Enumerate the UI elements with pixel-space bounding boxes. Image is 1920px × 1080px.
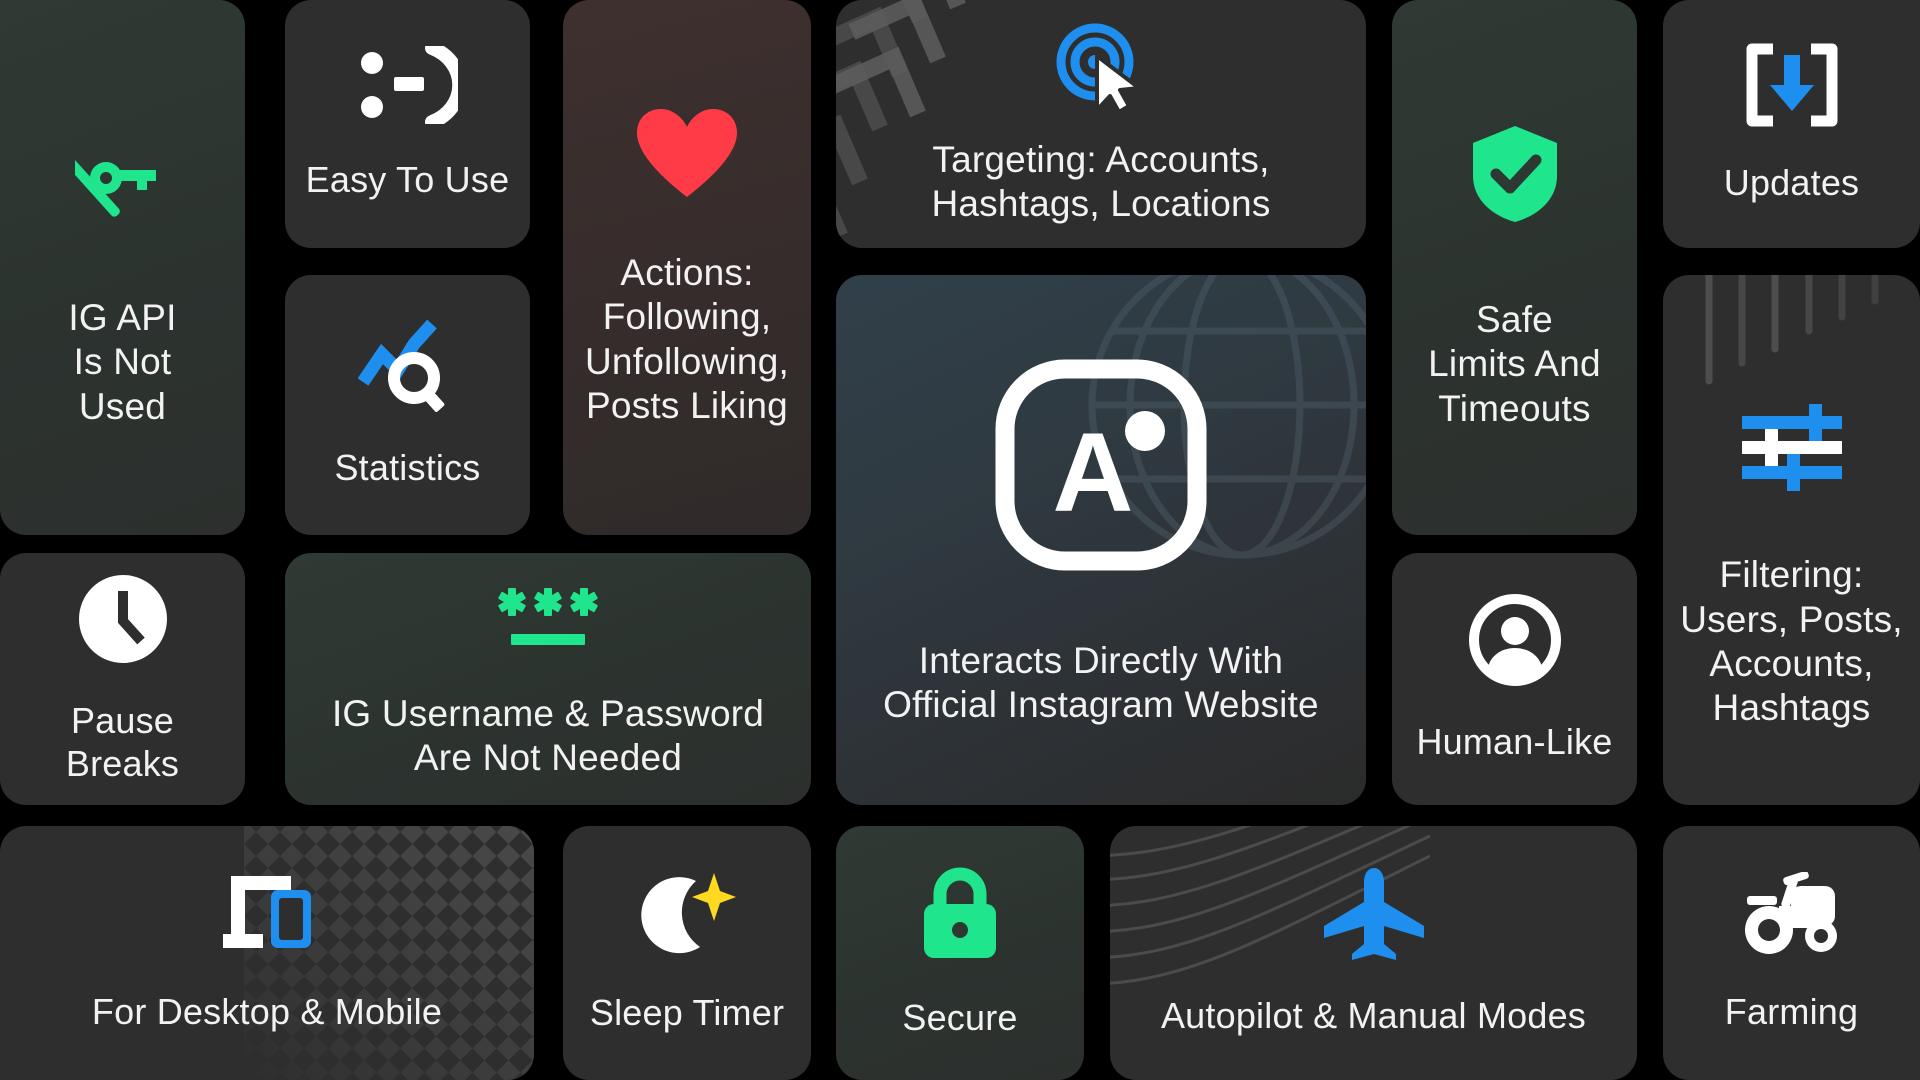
tile-label: Actions: Following, Unfollowing, Posts L… (585, 251, 789, 426)
tile-label: Farming (1724, 991, 1859, 1033)
tile-safe-limits[interactable]: Safe Limits And Timeouts (1392, 0, 1637, 535)
key-off-icon (57, 126, 171, 222)
feature-tile-board: IG API Is Not Used Easy To Use Statistic… (0, 0, 1920, 1080)
tile-label: IG API Is Not Used (68, 296, 177, 427)
tile-ig-api-not-used[interactable]: IG API Is Not Used (0, 0, 245, 535)
target-cursor-icon (1053, 22, 1149, 114)
tile-label: Autopilot & Manual Modes (1160, 995, 1587, 1037)
heart-icon (635, 107, 739, 199)
smiley-face-icon (358, 41, 466, 130)
airplane-icon (1322, 868, 1426, 961)
tile-label: Easy To Use (305, 159, 510, 201)
tile-label: Sleep Timer (589, 992, 785, 1034)
tile-label: Interacts Directly With Official Instagr… (883, 639, 1319, 725)
sliders-icon (1740, 403, 1844, 492)
lock-icon (918, 866, 1002, 962)
tile-easy-to-use[interactable]: Easy To Use (285, 0, 530, 248)
tile-label: Secure (902, 997, 1018, 1039)
tile-autopilot-manual[interactable]: Autopilot & Manual Modes (1110, 826, 1637, 1080)
password-asterisks-icon (493, 578, 603, 652)
app-logo-icon: A (989, 353, 1213, 577)
tile-credentials-not-needed[interactable]: IG Username & Password Are Not Needed (285, 553, 811, 805)
person-circle-icon (1468, 594, 1561, 687)
tile-label: Statistics (334, 447, 481, 489)
tile-label: Human-Like (1416, 721, 1613, 763)
desktop-mobile-icon (217, 872, 317, 956)
chart-search-icon (357, 320, 458, 413)
tile-farming[interactable]: Farming (1663, 826, 1920, 1080)
tile-sleep-timer[interactable]: Sleep Timer (563, 826, 811, 1080)
tile-human-like[interactable]: Human-Like (1392, 553, 1637, 805)
download-box-icon (1744, 40, 1840, 132)
tile-label: Updates (1723, 162, 1860, 204)
tile-actions[interactable]: Actions: Following, Unfollowing, Posts L… (563, 0, 811, 535)
tile-label: For Desktop & Mobile (91, 991, 443, 1033)
tractor-icon (1739, 871, 1845, 956)
shield-check-icon (1469, 124, 1561, 224)
tile-label: Filtering: Users, Posts, Accounts, Hasht… (1680, 554, 1903, 729)
moon-sparkle-icon (638, 871, 736, 957)
tile-pause-breaks[interactable]: Pause Breaks (0, 553, 245, 805)
tile-desktop-mobile[interactable]: For Desktop & Mobile (0, 826, 534, 1080)
tile-statistics[interactable]: Statistics (285, 275, 530, 535)
clock-icon (77, 573, 169, 665)
app-logo-letter: A (1053, 410, 1134, 535)
tile-updates[interactable]: Updates (1663, 0, 1920, 248)
tile-label: Targeting: Accounts, Hashtags, Locations (931, 138, 1271, 224)
tile-label: Pause Breaks (65, 699, 180, 784)
tile-targeting[interactable]: Targeting: Accounts, Hashtags, Locations (836, 0, 1366, 248)
tile-interacts-directly[interactable]: A Interacts Directly With Official Insta… (836, 275, 1366, 805)
tile-label: IG Username & Password Are Not Needed (331, 692, 765, 778)
tile-secure[interactable]: Secure (836, 826, 1084, 1080)
tile-filtering[interactable]: Filtering: Users, Posts, Accounts, Hasht… (1663, 275, 1920, 805)
tile-label: Safe Limits And Timeouts (1428, 298, 1601, 429)
